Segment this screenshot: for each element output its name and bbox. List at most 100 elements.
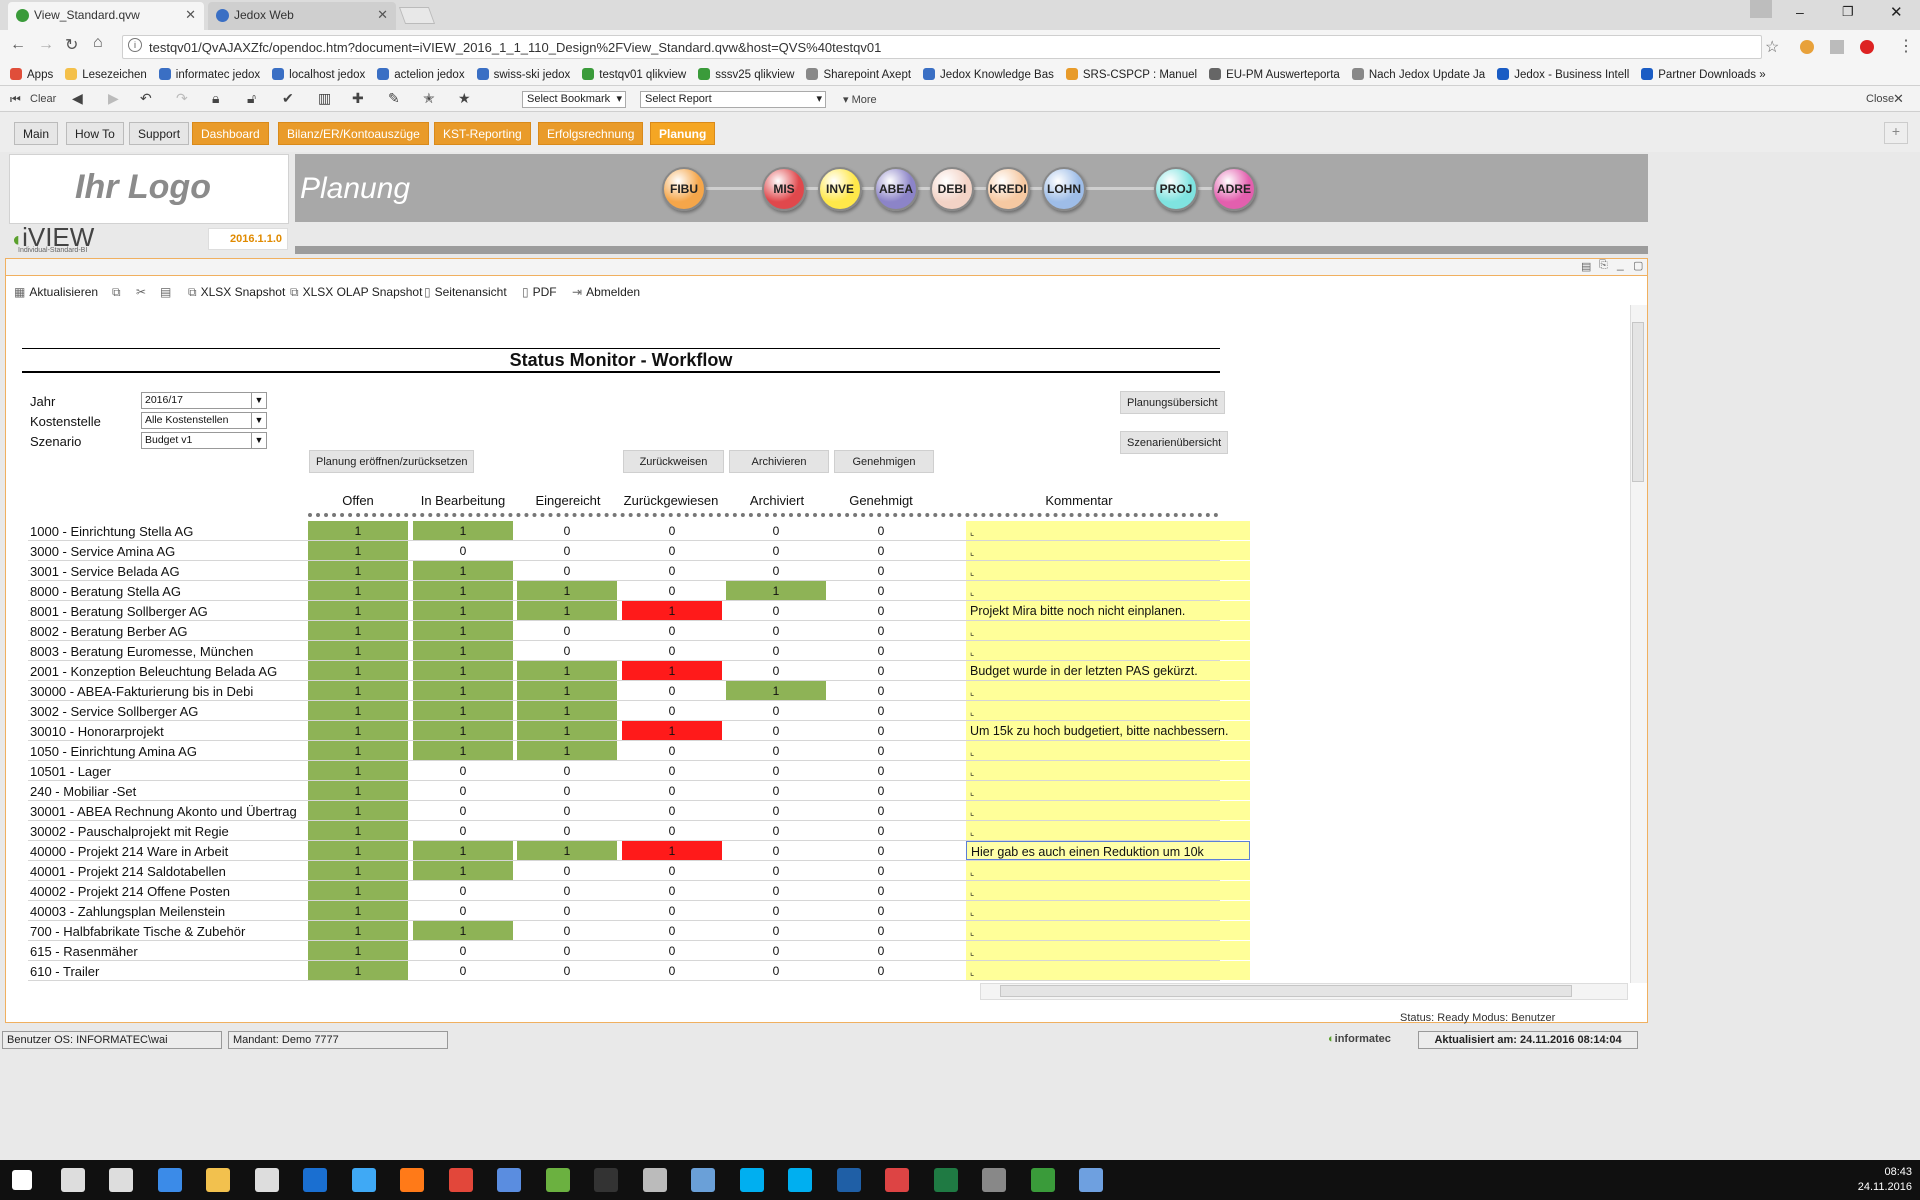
- table-row[interactable]: 40003 - Zahlungsplan Meilenstein 1 0 0 0 0 0 ⌞: [28, 901, 1250, 921]
- table-row[interactable]: 615 - Rasenmäher 1 0 0 0 0 0 ⌞: [28, 941, 1250, 961]
- module-fibu-button[interactable]: FIBU: [662, 167, 706, 211]
- excel-icon[interactable]: [933, 1168, 958, 1192]
- status-cell[interactable]: 0: [726, 961, 826, 980]
- status-cell[interactable]: 1: [308, 541, 408, 560]
- status-cell[interactable]: 0: [831, 681, 931, 700]
- status-cell[interactable]: 0: [517, 821, 617, 840]
- table-row[interactable]: 3000 - Service Amina AG 1 0 0 0 0 0 ⌞: [28, 541, 1250, 561]
- status-cell[interactable]: 1: [308, 621, 408, 640]
- comment-cell[interactable]: ⌞: [966, 621, 1250, 640]
- status-cell[interactable]: 1: [308, 821, 408, 840]
- status-cell[interactable]: 0: [726, 801, 826, 820]
- scenario-overview-button[interactable]: Szenarienübersicht: [1120, 431, 1229, 454]
- logout-button[interactable]: ⇥ Abmelden: [572, 285, 640, 299]
- comment-cell[interactable]: ⌞: [966, 701, 1250, 720]
- status-cell[interactable]: 0: [726, 721, 826, 740]
- status-cell[interactable]: 0: [413, 881, 513, 900]
- status-cell[interactable]: 0: [413, 801, 513, 820]
- xlsx-snapshot-button[interactable]: ⧉ XLSX Snapshot: [188, 285, 285, 300]
- comment-cell[interactable]: ⌞: [966, 561, 1250, 580]
- status-cell[interactable]: 0: [622, 541, 722, 560]
- table-row[interactable]: 3001 - Service Belada AG 1 1 0 0 0 0 ⌞: [28, 561, 1250, 581]
- status-cell[interactable]: 0: [517, 561, 617, 580]
- extension-icon[interactable]: [1800, 40, 1814, 54]
- status-cell[interactable]: 0: [831, 661, 931, 680]
- table-row[interactable]: 30002 - Pauschalprojekt mit Regie 1 0 0 0 0 0 ⌞: [28, 821, 1250, 841]
- comment-cell[interactable]: ⌞: [966, 541, 1250, 560]
- minimize-icon[interactable]: –: [1796, 4, 1804, 20]
- search-icon[interactable]: [60, 1168, 85, 1192]
- status-cell[interactable]: 0: [831, 781, 931, 800]
- table-row[interactable]: 8000 - Beratung Stella AG 1 1 1 0 1 0 ⌞: [28, 581, 1250, 601]
- reject-button[interactable]: Zurückweisen: [623, 450, 724, 473]
- bookmark-add-icon[interactable]: ✭: [423, 90, 435, 107]
- undo-icon[interactable]: ↶: [140, 90, 152, 107]
- clear-button[interactable]: Clear: [30, 93, 56, 105]
- status-cell[interactable]: 0: [726, 881, 826, 900]
- status-cell[interactable]: 0: [831, 961, 931, 980]
- status-cell[interactable]: 1: [517, 581, 617, 600]
- bookmark-item[interactable]: localhost jedox: [272, 68, 365, 81]
- status-cell[interactable]: 0: [622, 621, 722, 640]
- comment-cell[interactable]: ⌞: [966, 821, 1250, 840]
- status-cell[interactable]: 0: [517, 961, 617, 980]
- close-icon[interactable]: ✕: [1893, 91, 1904, 107]
- firefox-icon[interactable]: [400, 1168, 424, 1192]
- bookmark-item[interactable]: informatec jedox: [158, 68, 260, 81]
- bookmark-item[interactable]: testqv01 qlikview: [582, 68, 686, 81]
- status-cell[interactable]: 1: [413, 581, 513, 600]
- window-close-icon[interactable]: ✕: [1890, 3, 1903, 21]
- bookmark-item[interactable]: Lesezeichen: [65, 68, 147, 81]
- xlsx-olap-snapshot-button[interactable]: ⧉ XLSX OLAP Snapshot: [290, 285, 422, 300]
- table-row[interactable]: 240 - Mobiliar -Set 1 0 0 0 0 0 ⌞: [28, 781, 1250, 801]
- comment-cell[interactable]: ⌞: [966, 741, 1250, 760]
- status-cell[interactable]: 1: [517, 701, 617, 720]
- status-cell[interactable]: 0: [517, 621, 617, 640]
- status-cell[interactable]: 0: [622, 681, 722, 700]
- app-icon[interactable]: [1079, 1168, 1103, 1192]
- tab-how-to[interactable]: How To: [66, 122, 124, 145]
- status-cell[interactable]: 1: [308, 861, 408, 880]
- approve-button[interactable]: Genehmigen: [834, 450, 934, 473]
- status-cell[interactable]: 0: [517, 941, 617, 960]
- ie-icon[interactable]: [351, 1168, 376, 1192]
- status-cell[interactable]: 1: [517, 681, 617, 700]
- browser-tab-jedox[interactable]: Jedox Web ✕: [208, 2, 396, 30]
- terminal-icon[interactable]: [594, 1168, 618, 1192]
- status-cell[interactable]: 0: [517, 921, 617, 940]
- edge-icon[interactable]: [157, 1168, 182, 1192]
- module-mis-button[interactable]: MIS: [762, 167, 806, 211]
- status-cell[interactable]: 0: [726, 841, 826, 860]
- status-cell[interactable]: 0: [517, 881, 617, 900]
- export-icon[interactable]: ⎘: [1599, 259, 1608, 272]
- status-cell[interactable]: 1: [517, 841, 617, 860]
- status-cell[interactable]: 1: [413, 741, 513, 760]
- add-tab-button[interactable]: +: [1884, 122, 1908, 144]
- extension-icon[interactable]: [1830, 40, 1844, 54]
- status-cell[interactable]: 0: [517, 541, 617, 560]
- status-cell[interactable]: 1: [413, 521, 513, 540]
- status-cell[interactable]: 1: [413, 861, 513, 880]
- app-icon[interactable]: [836, 1168, 861, 1192]
- status-cell[interactable]: 0: [831, 741, 931, 760]
- table-row[interactable]: 3002 - Service Sollberger AG 1 1 1 0 0 0 ⌞: [28, 701, 1250, 721]
- status-cell[interactable]: 1: [308, 901, 408, 920]
- unlock-icon[interactable]: 🔓︎: [247, 90, 256, 107]
- back-icon[interactable]: ◀: [72, 90, 83, 107]
- comment-cell[interactable]: ⌞: [966, 901, 1250, 920]
- status-cell[interactable]: 0: [831, 561, 931, 580]
- maximize-icon[interactable]: ▢: [1633, 259, 1643, 272]
- paste-button[interactable]: ▤: [160, 285, 175, 299]
- comment-cell[interactable]: ⌞: [966, 581, 1250, 600]
- qlikview-icon[interactable]: [1030, 1168, 1055, 1192]
- module-inve-button[interactable]: INVE: [818, 167, 862, 211]
- tools-icon[interactable]: ✎: [388, 90, 400, 107]
- status-cell[interactable]: 0: [622, 961, 722, 980]
- status-cell[interactable]: 0: [413, 961, 513, 980]
- info-icon[interactable]: i: [128, 38, 142, 52]
- status-cell[interactable]: 0: [622, 941, 722, 960]
- comment-cell[interactable]: Um 15k zu hoch budgetiert, bitte nachbes…: [966, 721, 1250, 740]
- explorer-icon[interactable]: [206, 1168, 230, 1192]
- status-cell[interactable]: 0: [517, 761, 617, 780]
- status-cell[interactable]: 1: [308, 801, 408, 820]
